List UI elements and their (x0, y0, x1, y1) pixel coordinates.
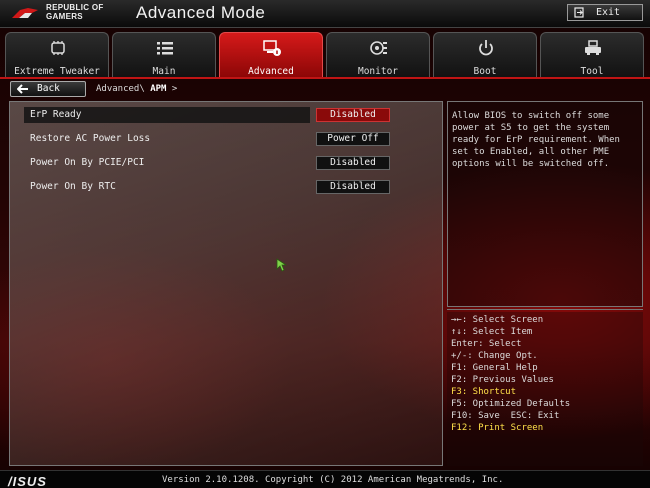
power-icon (479, 40, 493, 56)
setting-row-power-on-by-pcie-pci[interactable]: Power On By PCIE/PCI Disabled (24, 155, 444, 171)
tab-tool[interactable]: Tool (540, 32, 644, 78)
key-hint: F1: General Help (451, 363, 538, 373)
key-hint-shortcut[interactable]: F3: Shortcut (451, 386, 516, 398)
key-hint: Enter: Select (451, 339, 522, 349)
setting-value[interactable]: Disabled (316, 108, 390, 122)
tab-label: Boot (473, 66, 497, 77)
tab-boot[interactable]: Boot (433, 32, 537, 78)
breadcrumb-parent[interactable]: Advanced\ (96, 84, 145, 94)
exit-icon (574, 7, 584, 18)
tweaker-icon (51, 41, 65, 55)
mouse-cursor-icon (276, 258, 288, 272)
main-tabs: Extreme Tweaker Main Advanced Monitor Bo… (0, 32, 650, 78)
setting-value[interactable]: Disabled (316, 180, 390, 194)
header-bar: REPUBLIC OF GAMERS Advanced Mode Exit (0, 0, 650, 28)
key-hint-print-screen[interactable]: F12: Print Screen (451, 422, 543, 434)
tab-label: Extreme Tweaker (14, 66, 100, 77)
back-arrow-icon (17, 84, 28, 94)
breadcrumb-arrow: > (171, 84, 178, 94)
asus-logo: /ISUS (8, 474, 47, 488)
setting-value[interactable]: Power Off (316, 132, 390, 146)
help-panel: Allow BIOS to switch off some power at S… (447, 101, 643, 307)
tab-label: Tool (580, 66, 604, 77)
rog-brand-text: REPUBLIC OF GAMERS (46, 3, 104, 21)
tab-label: Advanced (248, 66, 294, 77)
tab-label: Monitor (357, 66, 399, 77)
tab-monitor[interactable]: Monitor (326, 32, 430, 78)
help-text: Allow BIOS to switch off some power at S… (452, 111, 620, 169)
version-text: Version 2.10.1208. Copyright (C) 2012 Am… (162, 475, 504, 485)
advanced-icon (263, 40, 281, 56)
setting-label: Restore AC Power Loss (30, 133, 151, 144)
exit-button[interactable]: Exit (567, 4, 643, 21)
exit-label: Exit (596, 7, 621, 18)
setting-label: ErP Ready (30, 109, 82, 120)
setting-row-erp-ready[interactable]: ErP Ready Disabled (24, 107, 444, 123)
panel-divider (447, 309, 643, 310)
tab-label: Main (152, 66, 176, 77)
tab-advanced[interactable]: Advanced (219, 32, 323, 78)
monitor-icon (370, 41, 387, 55)
key-legend: →←: Select Screen ↑↓: Select Item Enter:… (447, 312, 643, 466)
setting-value[interactable]: Disabled (316, 156, 390, 170)
back-label: Back (37, 83, 60, 94)
footer-bar: /ISUS Version 2.10.1208. Copyright (C) 2… (0, 470, 650, 488)
tab-extreme-tweaker[interactable]: Extreme Tweaker (5, 32, 109, 78)
key-hint: ↑↓: Select Item (451, 327, 533, 337)
tab-divider (0, 77, 650, 79)
mode-title: Advanced Mode (136, 3, 266, 22)
setting-row-restore-ac-power-loss[interactable]: Restore AC Power Loss Power Off (24, 131, 444, 147)
breadcrumb: Advanced\ APM > (96, 84, 177, 94)
rog-logo-icon (12, 8, 38, 18)
key-hint: →←: Select Screen (451, 315, 544, 325)
key-hint: F2: Previous Values (451, 375, 554, 385)
breadcrumb-current: APM (150, 84, 167, 94)
tool-icon (585, 40, 601, 55)
tab-main[interactable]: Main (112, 32, 216, 78)
key-hint: F5: Optimized Defaults (451, 399, 571, 409)
list-icon (157, 42, 173, 55)
key-hint: F10: Save ESC: Exit (451, 411, 560, 421)
key-hint: +/-: Change Opt. (451, 351, 538, 361)
setting-row-power-on-by-rtc[interactable]: Power On By RTC Disabled (24, 179, 444, 195)
setting-label: Power On By PCIE/PCI (30, 157, 145, 168)
setting-label: Power On By RTC (30, 181, 116, 192)
back-button[interactable]: Back (10, 81, 86, 97)
